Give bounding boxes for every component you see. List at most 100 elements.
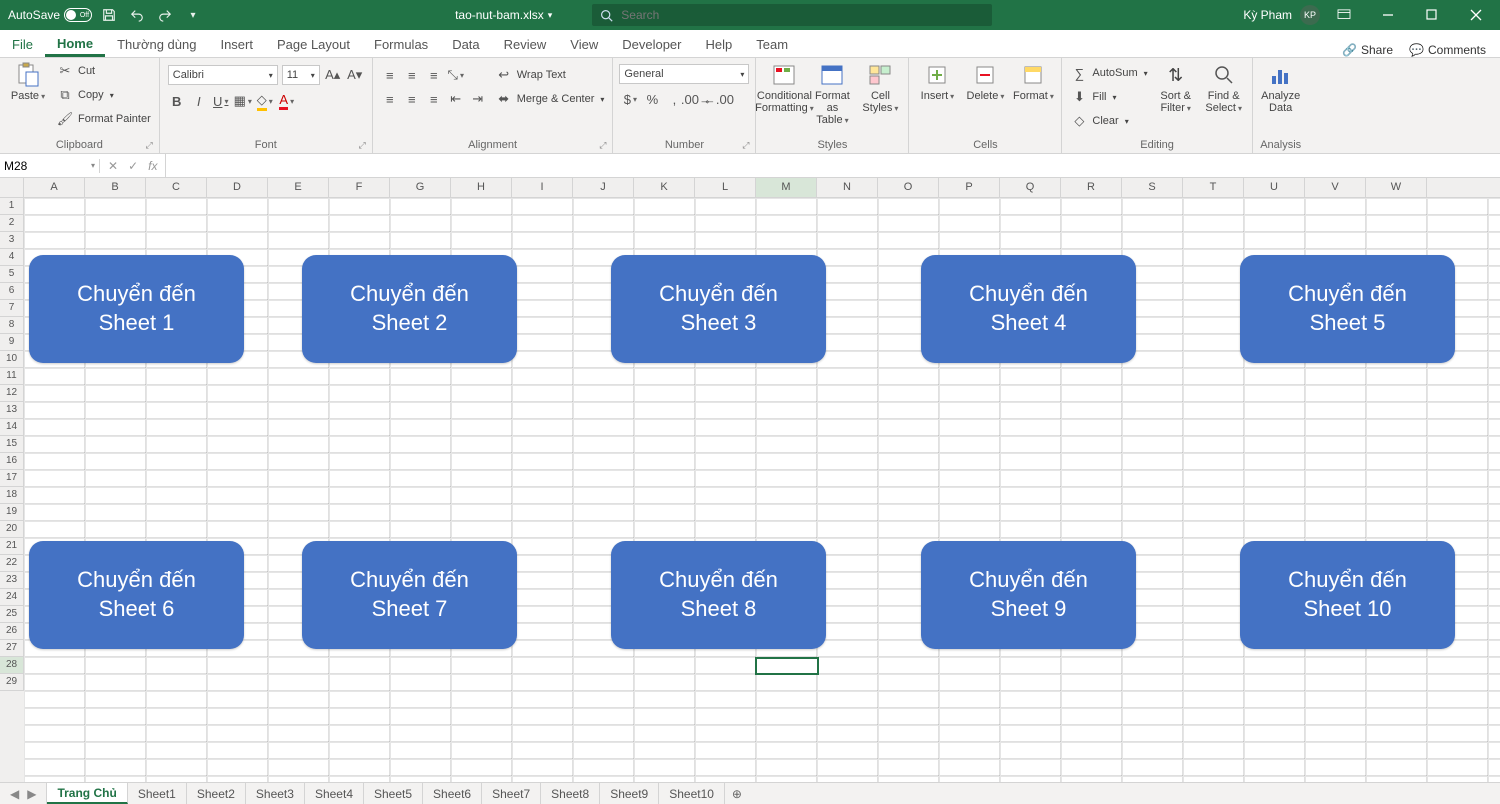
sheet-tab[interactable]: Sheet10 (659, 783, 725, 804)
nav-shape-7[interactable]: Chuyển đếnSheet 7 (302, 541, 517, 649)
font-color-button[interactable]: A (278, 92, 296, 110)
insert-cells-button[interactable]: Insert (915, 60, 959, 104)
sheet-tab[interactable]: Sheet2 (187, 783, 246, 804)
add-sheet-button[interactable]: ⊕ (725, 783, 749, 804)
underline-button[interactable]: U (212, 92, 230, 110)
user-avatar[interactable]: KP (1300, 5, 1320, 25)
align-right-icon[interactable]: ≡ (425, 90, 443, 108)
sheet-tab[interactable]: Sheet9 (600, 783, 659, 804)
row-header[interactable]: 10 (0, 351, 24, 368)
find-select-button[interactable]: Find & Select (1202, 60, 1246, 116)
qat-customize-icon[interactable]: ▾ (182, 4, 204, 26)
comments-button[interactable]: 💬 Comments (1409, 43, 1486, 57)
nav-shape-1[interactable]: Chuyển đếnSheet 1 (29, 255, 244, 363)
column-header[interactable]: U (1244, 178, 1305, 197)
row-header[interactable]: 11 (0, 368, 24, 385)
column-header[interactable]: G (390, 178, 451, 197)
align-bottom-icon[interactable]: ≡ (425, 66, 443, 84)
analyze-data-button[interactable]: Analyze Data (1259, 60, 1303, 116)
nav-shape-4[interactable]: Chuyển đếnSheet 4 (921, 255, 1136, 363)
row-header[interactable]: 14 (0, 419, 24, 436)
column-header[interactable]: F (329, 178, 390, 197)
sheet-tab[interactable]: Trang Chủ (47, 783, 127, 804)
search-input[interactable] (621, 8, 984, 22)
clear-button[interactable]: ◇Clear▾ (1068, 110, 1149, 132)
row-header[interactable]: 29 (0, 674, 24, 691)
column-header[interactable]: Q (1000, 178, 1061, 197)
column-header[interactable]: O (878, 178, 939, 197)
sheet-prev-icon[interactable]: ◀ (10, 787, 19, 801)
format-painter-button[interactable]: 🖌Format Painter (54, 108, 153, 130)
row-header[interactable]: 9 (0, 334, 24, 351)
tab-thường-dùng[interactable]: Thường dùng (105, 32, 208, 57)
row-header[interactable]: 2 (0, 215, 24, 232)
sheet-tab[interactable]: Sheet4 (305, 783, 364, 804)
row-header[interactable]: 13 (0, 402, 24, 419)
column-header[interactable]: E (268, 178, 329, 197)
tab-formulas[interactable]: Formulas (362, 32, 440, 57)
format-as-table-button[interactable]: Format as Table (810, 60, 854, 128)
row-header[interactable]: 26 (0, 623, 24, 640)
redo-icon[interactable] (154, 4, 176, 26)
font-size-input[interactable]: 11▾ (282, 65, 320, 85)
row-header[interactable]: 27 (0, 640, 24, 657)
active-cell[interactable] (755, 657, 819, 675)
increase-font-icon[interactable]: A▴ (324, 66, 342, 84)
nav-shape-3[interactable]: Chuyển đếnSheet 3 (611, 255, 826, 363)
fill-color-button[interactable]: ◇ (256, 92, 274, 110)
sheet-tab[interactable]: Sheet5 (364, 783, 423, 804)
font-launcher-icon[interactable]: ⤢ (359, 140, 366, 151)
row-header[interactable]: 1 (0, 198, 24, 215)
increase-indent-icon[interactable]: ⇥ (469, 90, 487, 108)
number-launcher-icon[interactable]: ⤢ (742, 140, 749, 151)
column-header[interactable]: T (1183, 178, 1244, 197)
align-left-icon[interactable]: ≡ (381, 90, 399, 108)
conditional-formatting-button[interactable]: Conditional Formatting (762, 60, 806, 116)
italic-button[interactable]: I (190, 92, 208, 110)
sheet-tab[interactable]: Sheet8 (541, 783, 600, 804)
search-box[interactable] (592, 4, 992, 26)
delete-cells-button[interactable]: Delete (963, 60, 1007, 104)
select-all-corner[interactable] (0, 178, 24, 197)
nav-shape-5[interactable]: Chuyển đếnSheet 5 (1240, 255, 1455, 363)
cut-button[interactable]: ✂Cut (54, 60, 153, 82)
tab-help[interactable]: Help (694, 32, 745, 57)
tab-file[interactable]: File (0, 32, 45, 57)
tab-home[interactable]: Home (45, 31, 105, 57)
row-header[interactable]: 5 (0, 266, 24, 283)
row-header[interactable]: 18 (0, 487, 24, 504)
name-box[interactable]: M28▾ (0, 159, 100, 173)
row-header[interactable]: 20 (0, 521, 24, 538)
row-header[interactable]: 12 (0, 385, 24, 402)
autosum-button[interactable]: ∑AutoSum▾ (1068, 62, 1149, 84)
column-header[interactable]: M (756, 178, 817, 197)
percent-format-icon[interactable]: % (643, 90, 661, 108)
row-header[interactable]: 19 (0, 504, 24, 521)
autosave-switch-off[interactable]: Off (64, 8, 92, 22)
row-header[interactable]: 28 (0, 657, 24, 674)
column-header[interactable]: K (634, 178, 695, 197)
align-center-icon[interactable]: ≡ (403, 90, 421, 108)
user-name[interactable]: Kỳ Pham (1243, 8, 1292, 22)
column-header[interactable]: I (512, 178, 573, 197)
share-button[interactable]: 🔗 Share (1342, 43, 1393, 57)
tab-page-layout[interactable]: Page Layout (265, 32, 362, 57)
row-header[interactable]: 16 (0, 453, 24, 470)
autosave-toggle[interactable]: AutoSave Off (8, 8, 92, 22)
tab-developer[interactable]: Developer (610, 32, 693, 57)
format-cells-button[interactable]: Format (1011, 60, 1055, 104)
tab-view[interactable]: View (558, 32, 610, 57)
font-name-input[interactable]: Calibri▾ (168, 65, 278, 85)
sheet-tab[interactable]: Sheet7 (482, 783, 541, 804)
clipboard-launcher-icon[interactable]: ⤢ (146, 140, 153, 151)
sheet-tab[interactable]: Sheet1 (128, 783, 187, 804)
filename[interactable]: tao-nut-bam.xlsx▾ (455, 8, 552, 22)
sheet-tab[interactable]: Sheet3 (246, 783, 305, 804)
decrease-font-icon[interactable]: A▾ (346, 66, 364, 84)
wrap-text-button[interactable]: ↩Wrap Text (493, 64, 607, 86)
column-header[interactable]: V (1305, 178, 1366, 197)
sort-filter-button[interactable]: ⇅Sort & Filter (1154, 60, 1198, 116)
row-header[interactable]: 4 (0, 249, 24, 266)
sheet-tab[interactable]: Sheet6 (423, 783, 482, 804)
enter-formula-icon[interactable]: ✓ (128, 159, 138, 173)
